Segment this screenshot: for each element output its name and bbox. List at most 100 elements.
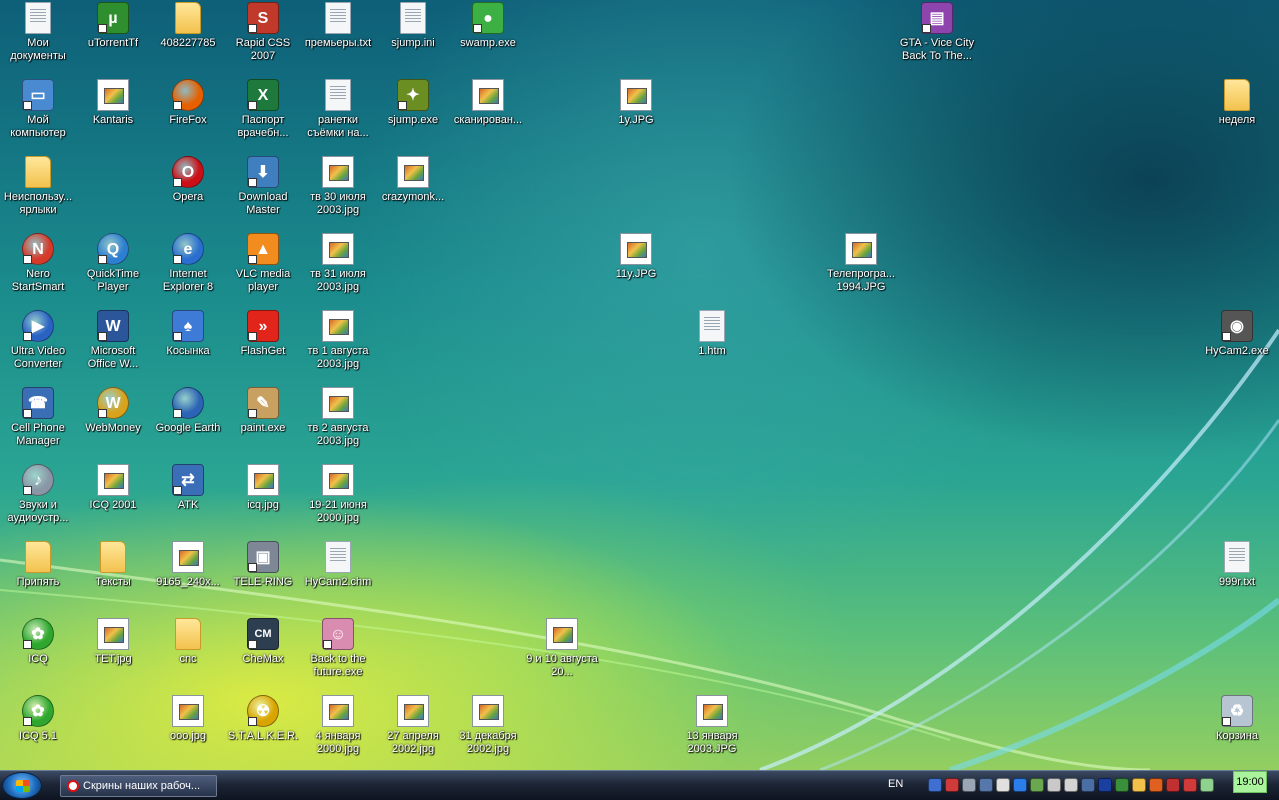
desktop-icon[interactable]: sjump.ini <box>375 2 451 50</box>
tray-icon[interactable] <box>1013 778 1027 792</box>
desktop-icon[interactable]: crazymonk... <box>375 156 451 204</box>
desktop-icon[interactable]: неделя <box>1199 79 1275 127</box>
desktop-icon-label: Корзина <box>1216 730 1258 742</box>
desktop-icon[interactable]: Google Earth <box>150 387 226 435</box>
tray-icon[interactable] <box>962 778 976 792</box>
language-indicator[interactable]: EN <box>888 778 903 790</box>
desktop-icon[interactable]: ооо.jpg <box>150 695 226 743</box>
desktop-icon[interactable]: cnc <box>150 618 226 666</box>
desktop-icon[interactable]: e Internet Explorer 8 <box>150 233 226 294</box>
desktop-icon[interactable]: ▶ Ultra Video Converter <box>0 310 76 371</box>
desktop-icon[interactable]: 13 января 2003.JPG <box>674 695 750 756</box>
start-button[interactable] <box>2 772 42 799</box>
desktop-icon[interactable]: 999r.txt <box>1199 541 1275 589</box>
desktop-icon[interactable]: тв 1 августа 2003.jpg <box>300 310 376 371</box>
desktop-icon-label: Google Earth <box>155 422 221 434</box>
desktop-icon[interactable]: W Microsoft Office W... <box>75 310 151 371</box>
desktop-icon[interactable]: ♪ Звуки и аудиоустр... <box>0 464 76 525</box>
tray-icon[interactable] <box>1047 778 1061 792</box>
desktop-icon[interactable]: ✎ paint.exe <box>225 387 301 435</box>
desktop-icon[interactable]: ☎ Cell Phone Manager <box>0 387 76 448</box>
desktop-icon[interactable]: ▲ VLC media player <box>225 233 301 294</box>
desktop-icon[interactable]: N Nero StartSmart <box>0 233 76 294</box>
desktop-icon[interactable]: ✦ sjump.exe <box>375 79 451 127</box>
phone-manager-icon: ☎ <box>22 387 54 419</box>
tray-icon[interactable] <box>1183 778 1197 792</box>
desktop-icon[interactable]: премьеры.txt <box>300 2 376 50</box>
desktop-icon[interactable]: ☺ Back to the future.exe <box>300 618 376 679</box>
tray-icon[interactable] <box>1064 778 1078 792</box>
desktop-icon[interactable]: 408227785 <box>150 2 226 50</box>
desktop-icon[interactable]: S Rapid CSS 2007 <box>225 2 301 63</box>
desktop-icon[interactable]: HyCam2.chm <box>300 541 376 589</box>
desktop-icon[interactable]: Припять <box>0 541 76 589</box>
tray-icon[interactable] <box>1200 778 1214 792</box>
desktop-icon[interactable]: ▤ GTA - Vice City Back To The... <box>899 2 975 63</box>
desktop-icon[interactable]: ◉ HyCam2.exe <box>1199 310 1275 358</box>
desktop-icon[interactable]: ⬇ Download Master <box>225 156 301 217</box>
desktop-icon[interactable]: ▭ Мой компьютер <box>0 79 76 140</box>
desktop-icon-label: сканирован... <box>453 114 523 126</box>
tray-icon[interactable] <box>928 778 942 792</box>
frog-app-icon: ● <box>472 2 504 34</box>
tele-ring-icon: ▣ <box>247 541 279 573</box>
desktop-icon[interactable]: Тексты <box>75 541 151 589</box>
ini-file-icon <box>400 2 426 34</box>
desktop-icon[interactable]: ▣ TELE-RING <box>225 541 301 589</box>
desktop-icon[interactable]: тв 31 июля 2003.jpg <box>300 233 376 294</box>
desktop-icon[interactable]: µ uTorrentTf <box>75 2 151 50</box>
desktop-icon[interactable]: сканирован... <box>450 79 526 127</box>
tray-icon[interactable] <box>945 778 959 792</box>
desktop-icon[interactable]: Неиспользу... ярлыки <box>0 156 76 217</box>
desktop-icon[interactable]: icq.jpg <box>225 464 301 512</box>
desktop-icon[interactable]: ✿ ICQ 5.1 <box>0 695 76 743</box>
desktop-icon[interactable]: Kantaris <box>75 79 151 127</box>
desktop-icon[interactable]: 9 и 10 августа 20... <box>524 618 600 679</box>
tray-icon[interactable] <box>1149 778 1163 792</box>
desktop-icon[interactable]: W WebMoney <box>75 387 151 435</box>
desktop-icon[interactable]: 11y.JPG <box>598 233 674 281</box>
desktop-icon[interactable]: 1.htm <box>674 310 750 358</box>
tray-icon[interactable] <box>1115 778 1129 792</box>
clock[interactable]: 19:00 <box>1233 771 1267 793</box>
desktop-icon[interactable]: FireFox <box>150 79 226 127</box>
desktop-icon-label: 19-21 июня 2000.jpg <box>309 499 367 524</box>
desktop-icon[interactable]: ICQ 2001 <box>75 464 151 512</box>
tray-icon[interactable] <box>1030 778 1044 792</box>
tray-icon[interactable] <box>1098 778 1112 792</box>
desktop-icon[interactable]: » FlashGet <box>225 310 301 358</box>
desktop-icon-label: HyCam2.exe <box>1205 345 1269 357</box>
desktop-icon[interactable]: 9165_240x... <box>150 541 226 589</box>
desktop-icon[interactable]: ☢ S.T.A.L.K.E.R. <box>225 695 301 743</box>
taskbar-item-opera[interactable]: Скрины наших рабоч... <box>60 775 217 797</box>
desktop-icon[interactable]: ТЕТ.jpg <box>75 618 151 666</box>
tray-icon[interactable] <box>1132 778 1146 792</box>
desktop-icon[interactable]: ♠ Косынка <box>150 310 226 358</box>
desktop-icon-label: ICQ 5.1 <box>19 730 57 742</box>
taskbar-item-label: Скрины наших рабоч... <box>83 780 201 792</box>
desktop-icon[interactable]: 31 декабря 2002.jpg <box>450 695 526 756</box>
desktop-icon[interactable]: ✿ ICQ <box>0 618 76 666</box>
desktop-icon[interactable]: ранетки съёмки на... <box>300 79 376 140</box>
icq-2001-icon <box>97 464 129 496</box>
desktop-icon[interactable]: X Паспорт врачебн... <box>225 79 301 140</box>
desktop-icon-label: Мои документы <box>10 37 66 62</box>
tray-icon[interactable] <box>979 778 993 792</box>
desktop-icon[interactable]: CM CheMax <box>225 618 301 666</box>
desktop-icon[interactable]: тв 2 августа 2003.jpg <box>300 387 376 448</box>
desktop-icon[interactable]: O Opera <box>150 156 226 204</box>
desktop-icon[interactable]: ♻ Корзина <box>1199 695 1275 743</box>
desktop-icon[interactable]: Телепрогра... 1994.JPG <box>823 233 899 294</box>
desktop-icon[interactable]: Мои документы <box>0 2 76 63</box>
desktop-icon[interactable]: Q QuickTime Player <box>75 233 151 294</box>
tray-icon[interactable] <box>996 778 1010 792</box>
desktop-icon[interactable]: ● swamp.exe <box>450 2 526 50</box>
tray-icon[interactable] <box>1166 778 1180 792</box>
desktop-icon[interactable]: тв 30 июля 2003.jpg <box>300 156 376 217</box>
desktop-icon[interactable]: 27 апреля 2002.jpg <box>375 695 451 756</box>
tray-icon[interactable] <box>1081 778 1095 792</box>
desktop-icon[interactable]: 4 января 2000.jpg <box>300 695 376 756</box>
desktop-icon[interactable]: 19-21 июня 2000.jpg <box>300 464 376 525</box>
desktop-icon[interactable]: 1y.JPG <box>598 79 674 127</box>
desktop-icon[interactable]: ⇄ ATK <box>150 464 226 512</box>
